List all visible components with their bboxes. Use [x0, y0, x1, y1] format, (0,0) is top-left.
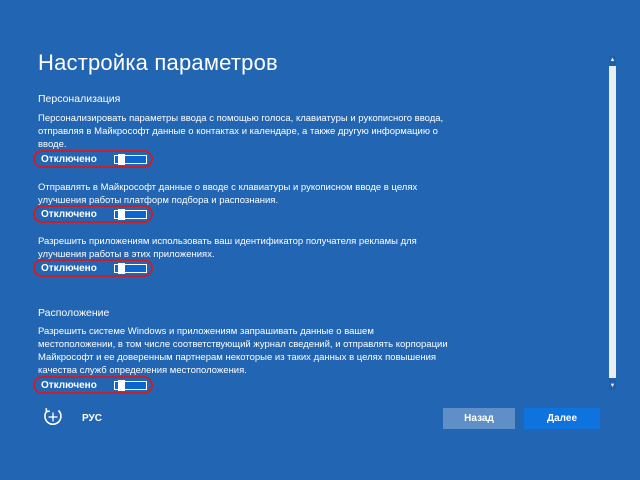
setting-description-location: Разрешить системе Windows и приложениям … — [38, 326, 448, 376]
ease-of-access-icon[interactable] — [42, 406, 64, 428]
toggle-switch-advertising-id[interactable] — [114, 263, 147, 274]
toggle-state-label: Отключено — [41, 380, 97, 391]
toggle-knob — [118, 209, 125, 220]
next-button[interactable]: Далее — [524, 408, 600, 429]
toggle-state-label: Отключено — [41, 154, 97, 165]
toggle-switch-input-personalization[interactable] — [114, 154, 147, 165]
toggle-knob — [118, 380, 125, 391]
setting-description-advertising-id: Разрешить приложениям использовать ваш и… — [38, 236, 417, 260]
toggle-knob — [118, 154, 125, 165]
toggle-state-label: Отключено — [41, 209, 97, 220]
input-language-indicator[interactable]: РУС — [82, 413, 102, 424]
scrollbar[interactable]: ▲ ▼ — [609, 56, 616, 390]
toggle-state-label: Отключено — [41, 263, 97, 274]
toggle-row-advertising-id: Отключено — [33, 259, 153, 277]
section-heading-personalization: Персонализация — [38, 93, 121, 105]
toggle-row-location: Отключено — [33, 376, 153, 394]
toggle-row-input-personalization: Отключено — [33, 150, 153, 168]
setting-description-typing-data: Отправлять в Майкрософт данные о вводе с… — [38, 182, 418, 206]
toggle-row-typing-data: Отключено — [33, 205, 153, 223]
setting-description-input-personalization: Персонализировать параметры ввода с помо… — [38, 113, 444, 150]
toggle-switch-location[interactable] — [114, 380, 147, 391]
scroll-up-arrow-icon[interactable]: ▲ — [609, 56, 616, 64]
scrollbar-thumb[interactable] — [609, 66, 616, 378]
page-title: Настройка параметров — [38, 50, 278, 75]
toggle-knob — [118, 263, 125, 274]
section-heading-location: Расположение — [38, 307, 110, 319]
back-button[interactable]: Назад — [443, 408, 515, 429]
scroll-down-arrow-icon[interactable]: ▼ — [609, 382, 616, 390]
toggle-switch-typing-data[interactable] — [114, 209, 147, 220]
